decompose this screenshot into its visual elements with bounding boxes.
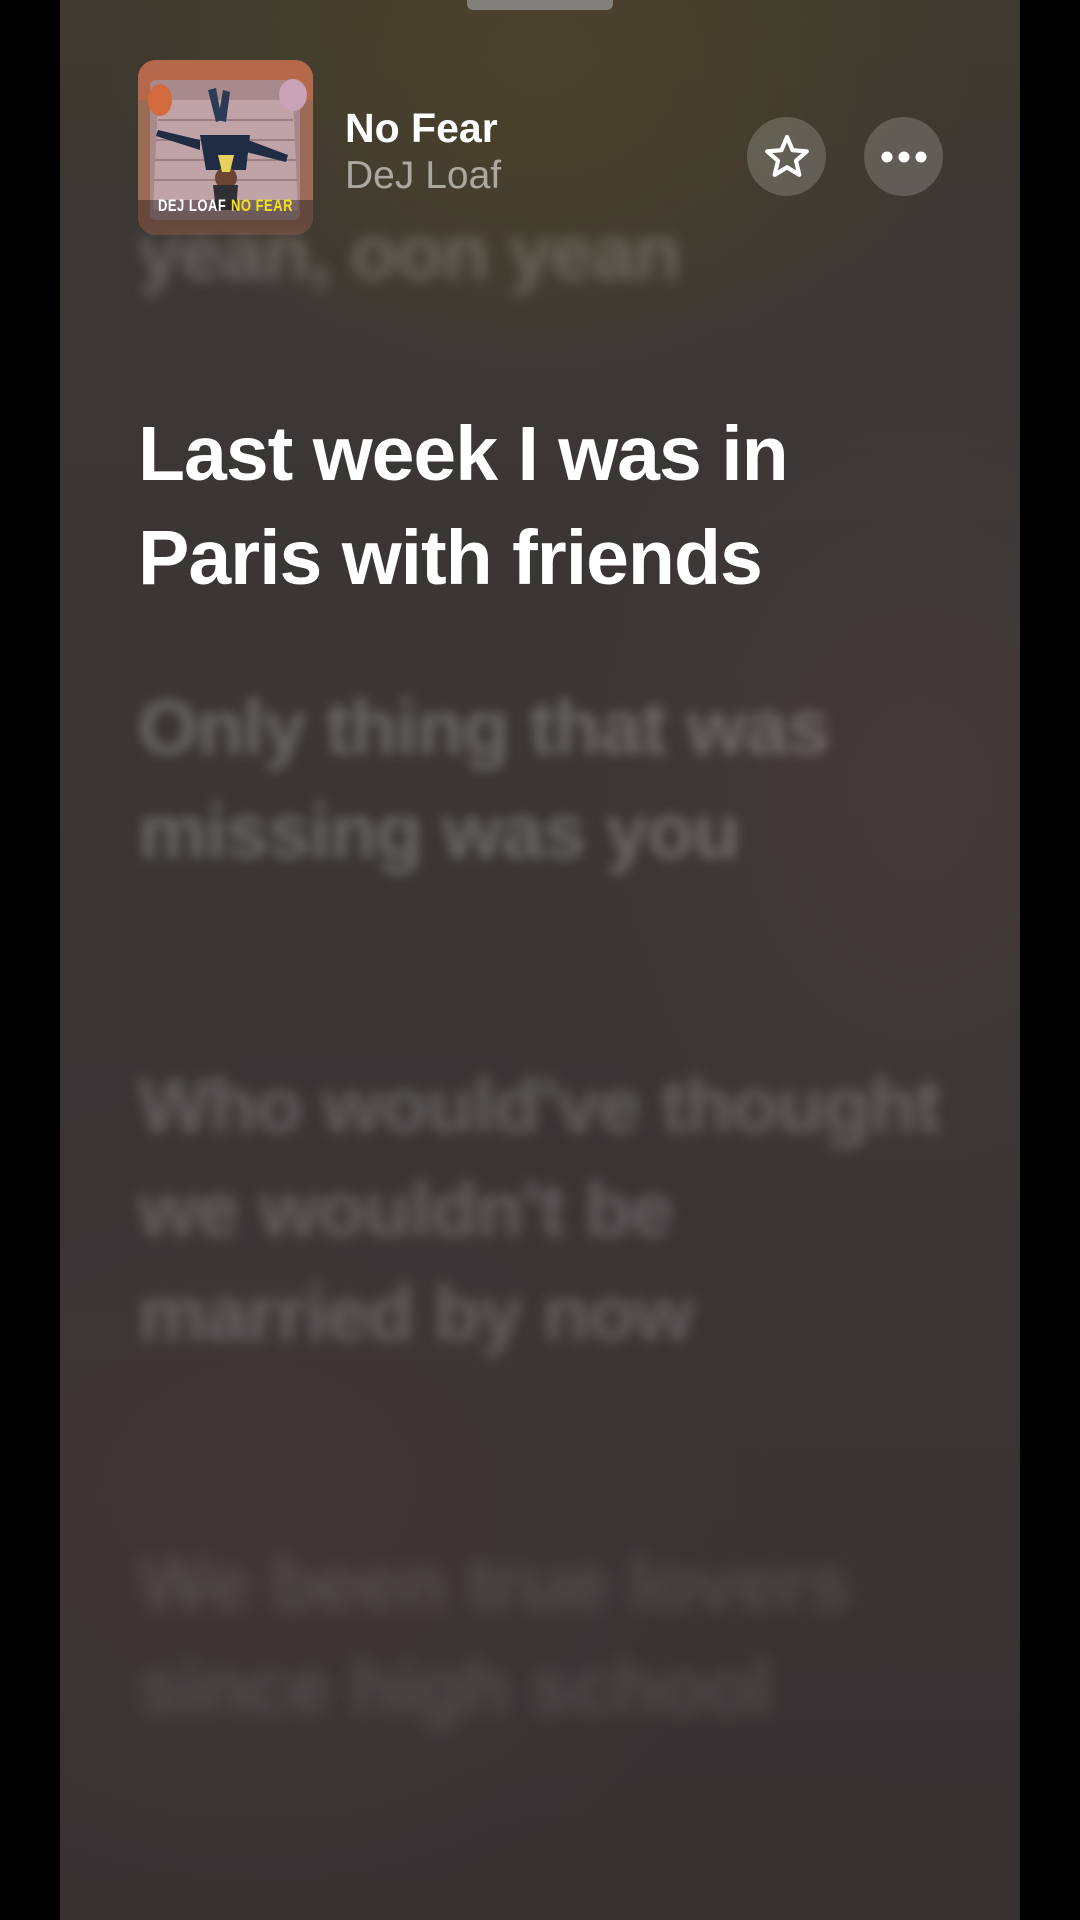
- lyrics-screen: DEJ LOAF NO FEAR No Fear DeJ Loaf yeah, …: [60, 0, 1020, 1920]
- lyric-line-current[interactable]: Last week I was in Paris with friends: [138, 402, 958, 610]
- now-playing-header: DEJ LOAF NO FEAR No Fear DeJ Loaf: [138, 60, 948, 235]
- sheet-grabber-handle[interactable]: [467, 0, 613, 10]
- track-title: No Fear: [345, 105, 498, 151]
- lyric-line-next[interactable]: Only thing that was missing was you: [138, 676, 958, 884]
- lyric-line-next[interactable]: We been true lovers since high school: [138, 1532, 958, 1740]
- track-info[interactable]: No Fear DeJ Loaf: [345, 104, 501, 200]
- track-artist: DeJ Loaf: [345, 154, 502, 197]
- star-outline-icon: [764, 134, 809, 177]
- more-options-button[interactable]: [864, 117, 943, 196]
- artwork-artist-text: DEJ LOAF: [158, 196, 227, 215]
- artwork-title-text: NO FEAR: [231, 196, 293, 215]
- lyric-line-previous[interactable]: yeah, ooh yeah: [138, 238, 958, 338]
- favorite-button[interactable]: [747, 117, 826, 196]
- lyric-line-previous-text: yeah, ooh yeah: [138, 238, 681, 296]
- ellipsis-icon: [881, 151, 926, 162]
- lyric-line-next[interactable]: Who would've thought we wouldn't be marr…: [138, 1054, 958, 1366]
- album-artwork[interactable]: DEJ LOAF NO FEAR: [138, 60, 313, 235]
